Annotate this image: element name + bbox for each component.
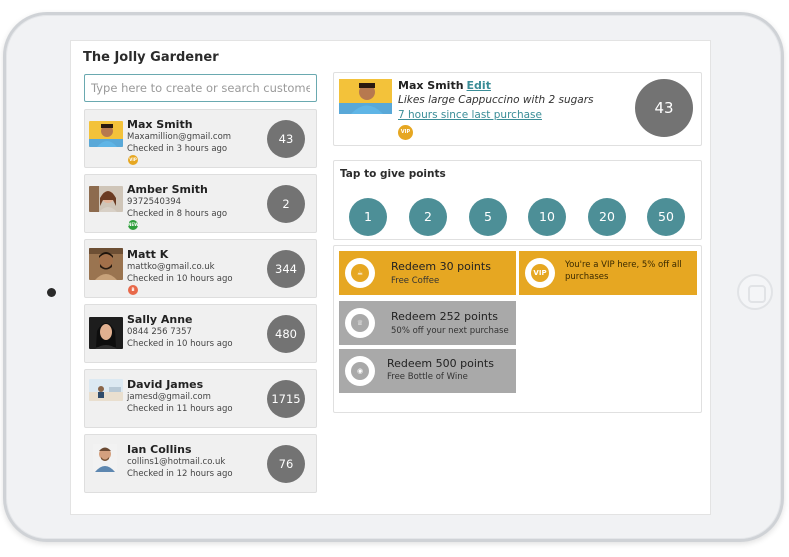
customer-card[interactable]: Amber Smith 9372540394 Checked in 8 hour… — [84, 174, 317, 233]
give-points-button[interactable]: 10 — [528, 198, 566, 236]
give-points-button[interactable]: 50 — [647, 198, 685, 236]
new-badge-icon: NEW — [128, 220, 139, 230]
give-points-button[interactable]: 20 — [588, 198, 626, 236]
customer-checkin: Checked in 3 hours ago — [127, 144, 228, 154]
customer-contact: 9372540394 — [127, 197, 182, 207]
customer-contact: mattko@gmail.co.uk — [127, 262, 215, 272]
vip-icon: VIP — [525, 258, 555, 288]
wine-glass-icon: ◉ — [345, 356, 375, 386]
customer-contact: 0844 256 7357 — [127, 327, 192, 337]
give-points-panel: Tap to give points 1 2 5 10 20 50 — [333, 160, 702, 240]
reward-subtitle: 50% off your next purchase — [391, 326, 509, 336]
customer-contact: jamesd@gmail.com — [127, 392, 211, 402]
reward-tile[interactable]: ◉ Redeem 500 points Free Bottle of Wine — [339, 349, 516, 393]
give-points-button[interactable]: 2 — [409, 198, 447, 236]
profile-name-text: Max Smith — [398, 79, 464, 92]
vip-badge-icon: VIP — [398, 125, 413, 140]
last-purchase-link[interactable]: 7 hours since last purchase — [398, 109, 542, 121]
customer-avatar — [93, 444, 117, 472]
profile-points: 43 — [635, 79, 693, 137]
give-points-button[interactable]: 5 — [469, 198, 507, 236]
coffee-cup-icon: ☕ — [345, 258, 375, 288]
customer-points: 1715 — [267, 380, 305, 418]
customer-avatar — [89, 379, 123, 401]
customer-name: Amber Smith — [127, 183, 208, 196]
app-screen: The Jolly Gardener Max Smith Maxamillion… — [70, 40, 711, 515]
birthday-badge-icon: B — [128, 285, 138, 295]
customer-checkin: Checked in 12 hours ago — [127, 469, 233, 479]
customer-card[interactable]: Sally Anne 0844 256 7357 Checked in 10 h… — [84, 304, 317, 363]
vip-badge-icon: VIP — [128, 155, 138, 165]
customer-list: Max Smith Maxamillion@gmail.com Checked … — [84, 109, 317, 499]
customer-points: 43 — [267, 120, 305, 158]
customer-points: 344 — [267, 250, 305, 288]
customer-avatar — [89, 121, 123, 147]
vip-discount-text: You're a VIP here, 5% off all purchases — [565, 260, 682, 282]
customer-checkin: Checked in 10 hours ago — [127, 339, 233, 349]
customer-card[interactable]: Ian Collins collins1@hotmail.co.uk Check… — [84, 434, 317, 493]
vip-discount-tile[interactable]: VIP You're a VIP here, 5% off all purcha… — [519, 251, 697, 295]
page-title: The Jolly Gardener — [83, 50, 219, 65]
customer-contact: Maxamillion@gmail.com — [127, 132, 232, 142]
trophy-icon: ♕ — [345, 308, 375, 338]
customer-checkin: Checked in 8 hours ago — [127, 209, 228, 219]
customer-name: Ian Collins — [127, 443, 192, 456]
reward-title: Redeem 500 points — [387, 357, 494, 370]
rewards-panel: ☕ Redeem 30 points Free Coffee VIP You'r… — [333, 245, 702, 413]
reward-tile[interactable]: ☕ Redeem 30 points Free Coffee — [339, 251, 516, 295]
customer-checkin: Checked in 11 hours ago — [127, 404, 233, 414]
customer-avatar — [89, 186, 123, 212]
customer-card[interactable]: Max Smith Maxamillion@gmail.com Checked … — [84, 109, 317, 168]
give-points-button[interactable]: 1 — [349, 198, 387, 236]
edit-profile-link[interactable]: Edit — [467, 79, 491, 92]
profile-name: Max Smith Edit — [398, 79, 491, 92]
customer-name: Max Smith — [127, 118, 193, 131]
reward-subtitle: Free Bottle of Wine — [387, 372, 468, 382]
customer-avatar — [89, 248, 123, 280]
reward-title: Redeem 30 points — [391, 260, 491, 273]
customer-points: 76 — [267, 445, 305, 483]
customer-card[interactable]: David James jamesd@gmail.com Checked in … — [84, 369, 317, 428]
customer-name: David James — [127, 378, 204, 391]
profile-note: Likes large Cappuccino with 2 sugars — [398, 94, 594, 106]
reward-subtitle: Free Coffee — [391, 276, 440, 286]
reward-title: Redeem 252 points — [391, 310, 498, 323]
customer-name: Matt K — [127, 248, 169, 261]
customer-search-input[interactable] — [84, 74, 317, 102]
profile-avatar — [339, 79, 392, 114]
customer-points: 2 — [267, 185, 305, 223]
give-points-title: Tap to give points — [340, 168, 446, 180]
customer-avatar — [89, 317, 123, 349]
customer-contact: collins1@hotmail.co.uk — [127, 457, 226, 467]
customer-card[interactable]: Matt K mattko@gmail.co.uk Checked in 10 … — [84, 239, 317, 298]
home-button[interactable] — [737, 274, 773, 310]
reward-tile[interactable]: ♕ Redeem 252 points 50% off your next pu… — [339, 301, 516, 345]
customer-points: 480 — [267, 315, 305, 353]
customer-name: Sally Anne — [127, 313, 193, 326]
customer-checkin: Checked in 10 hours ago — [127, 274, 233, 284]
selected-customer-panel: Max Smith Edit Likes large Cappuccino wit… — [333, 72, 702, 146]
camera-dot — [47, 288, 56, 297]
